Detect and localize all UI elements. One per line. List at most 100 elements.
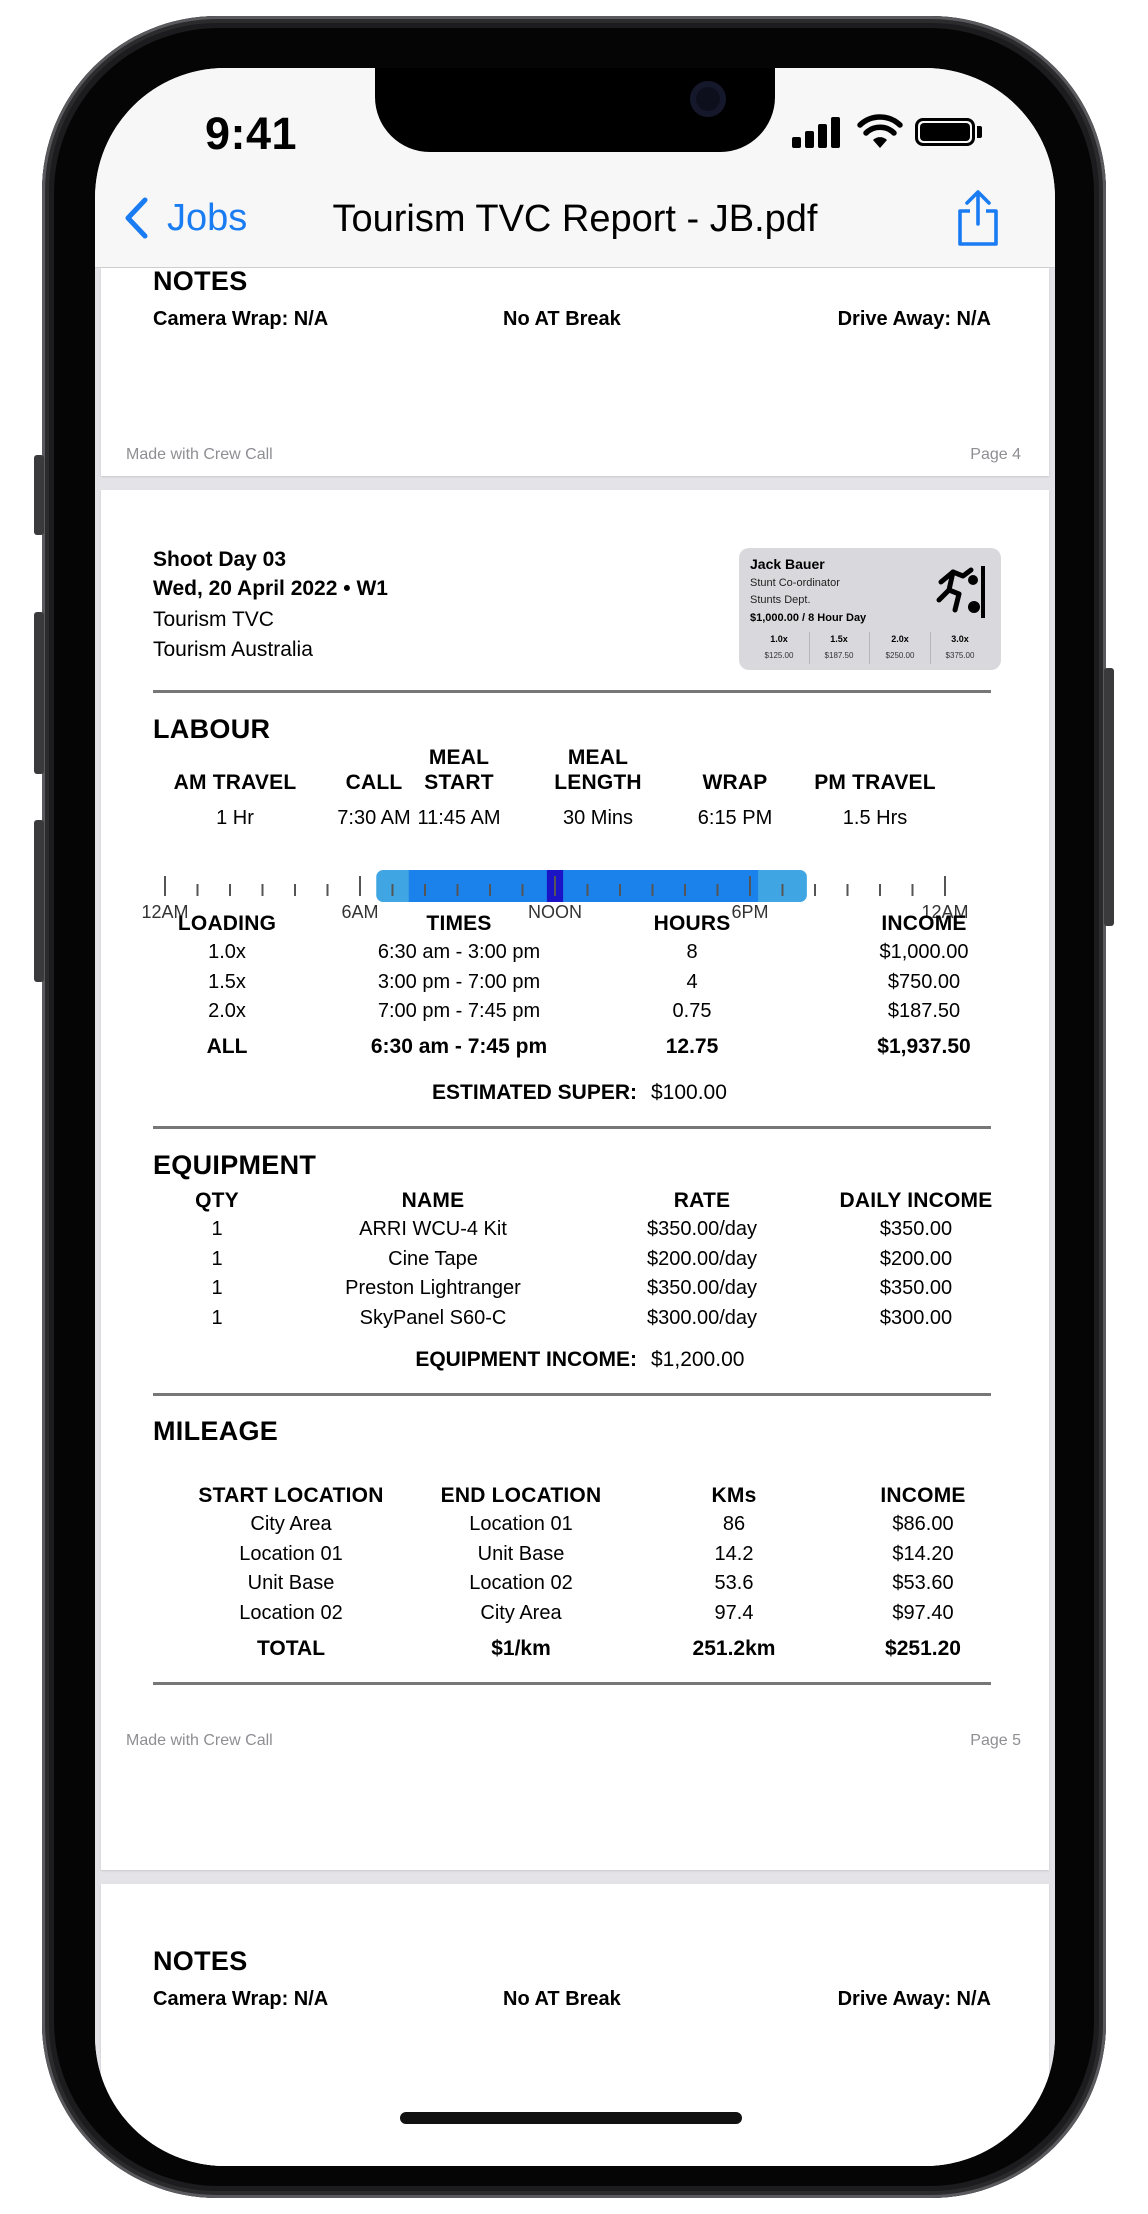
share-icon[interactable] (955, 188, 1001, 248)
project-name: Tourism TVC (153, 608, 274, 631)
notes-title: NOTES (153, 1946, 248, 1976)
hours-header: HOURS (653, 912, 731, 935)
section-divider (153, 1682, 991, 1685)
qty-cell: 1 (211, 1218, 223, 1240)
end-location-cell: Location 02 (469, 1572, 573, 1594)
pdf-viewer[interactable]: NOTES Camera Wrap: N/A No AT Break Drive… (95, 266, 1055, 2166)
income-header: INCOME (881, 912, 967, 935)
kms-cell: 14.2 (714, 1543, 754, 1565)
loading-cell: 1.0x (208, 941, 246, 963)
drive-away: Drive Away: N/A (837, 1988, 991, 2010)
call-header: CALL (345, 771, 403, 794)
page-footer-left: Made with Crew Call (126, 1732, 273, 1749)
timeline-label: 6PM (731, 902, 768, 922)
timeline-meal-bar (546, 870, 564, 902)
battery-cap (977, 126, 982, 138)
meal-start-value: 11:45 AM (417, 807, 501, 829)
rate-cell: $350.00/day (646, 1218, 758, 1240)
mute-switch (34, 455, 44, 535)
multiplier-amount: $187.50 (824, 651, 854, 660)
pdf-page-4: NOTES Camera Wrap: N/A No AT Break Drive… (101, 266, 1049, 476)
times-header: TIMES (426, 912, 492, 935)
multiplier-label: 3.0x (951, 634, 969, 644)
timeline-travel-bar (376, 870, 807, 902)
page-footer-right: Page 4 (970, 446, 1021, 463)
navigation-bar: Jobs Tourism TVC Report - JB.pdf (95, 188, 1055, 268)
mileage-total-label: TOTAL (256, 1637, 326, 1660)
volume-up-button (34, 612, 44, 774)
section-divider (153, 1126, 991, 1129)
status-time: 9:41 (205, 108, 298, 159)
multiplier-amount: $375.00 (945, 651, 975, 660)
break-status: No AT Break (503, 308, 621, 330)
timeline-work-bar (408, 870, 759, 902)
mileage-income-cell: $53.60 (892, 1572, 954, 1594)
super-label: ESTIMATED SUPER: (432, 1081, 637, 1104)
qty-header: QTY (195, 1189, 239, 1212)
kms-header: KMs (711, 1484, 757, 1507)
call-value: 7:30 AM (337, 807, 411, 829)
notes-title: NOTES (153, 266, 248, 296)
end-location-cell: City Area (480, 1602, 562, 1624)
labour-total-loading: ALL (206, 1035, 248, 1058)
qty-cell: 1 (211, 1248, 223, 1270)
income-cell: $1,000.00 (879, 941, 969, 963)
hours-cell: 0.75 (672, 1000, 712, 1022)
mileage-total-kms: 251.2km (692, 1637, 776, 1660)
end-location-header: END LOCATION (440, 1484, 602, 1507)
times-cell: 3:00 pm - 7:00 pm (377, 971, 541, 993)
meal-start-header-1: MEAL (428, 746, 490, 769)
crew-card: Jack Bauer Stunt Co-ordinator Stunts Dep… (739, 548, 1001, 670)
timeline-label: 6AM (341, 902, 378, 922)
end-location-cell: Unit Base (477, 1543, 565, 1565)
document-title: Tourism TVC Report - JB.pdf (332, 198, 818, 240)
client-name: Tourism Australia (153, 638, 313, 661)
income-cell: $187.50 (887, 1000, 961, 1022)
super-value: $100.00 (651, 1081, 727, 1104)
equipment-title: EQUIPMENT (153, 1150, 317, 1180)
labour-title: LABOUR (153, 714, 271, 744)
mileage-income-header: INCOME (880, 1484, 966, 1507)
name-cell: SkyPanel S60-C (359, 1307, 507, 1329)
rate-cell: $350.00/day (646, 1277, 758, 1299)
crew-role: Stunt Co-ordinator (750, 577, 840, 589)
end-location-cell: Location 01 (469, 1513, 573, 1535)
hours-cell: 4 (686, 971, 698, 993)
start-location-cell: Location 01 (239, 1543, 343, 1565)
phone-screen: 9:41 Jobs Tourism TVC Report - JB.pdf NO… (95, 68, 1055, 2166)
home-indicator[interactable] (400, 2112, 742, 2124)
multiplier-label: 2.0x (891, 634, 909, 644)
front-camera (690, 81, 726, 117)
meal-length-header-1: MEAL (567, 746, 629, 769)
daily-income-cell: $300.00 (879, 1307, 953, 1329)
camera-wrap: Camera Wrap: N/A (153, 1988, 329, 2010)
rate-cell: $300.00/day (646, 1307, 758, 1329)
page-footer-right: Page 5 (970, 1732, 1021, 1749)
hours-cell: 8 (686, 941, 698, 963)
rate-cell: $200.00/day (646, 1248, 758, 1270)
mileage-income-cell: $14.20 (892, 1543, 954, 1565)
battery-icon (915, 118, 975, 146)
notch (375, 68, 775, 152)
mileage-total-income: $251.20 (885, 1637, 961, 1660)
mileage-title: MILEAGE (153, 1416, 279, 1446)
name-cell: Preston Lightranger (345, 1277, 521, 1299)
start-location-cell: City Area (250, 1513, 332, 1535)
multiplier-amount: $250.00 (885, 651, 915, 660)
daily-income-cell: $350.00 (879, 1218, 953, 1240)
meal-start-header-2: START (424, 771, 494, 794)
page-footer-left: Made with Crew Call (126, 446, 273, 463)
signal-icon (792, 116, 842, 148)
start-location-header: START LOCATION (198, 1484, 384, 1507)
start-location-cell: Location 02 (239, 1602, 343, 1624)
shoot-date: Wed, 20 April 2022 • W1 (153, 577, 388, 600)
mileage-income-cell: $86.00 (892, 1513, 954, 1535)
crew-dept: Stunts Dept. (750, 594, 811, 606)
drive-away: Drive Away: N/A (837, 308, 991, 330)
am-travel-value: 1 Hr (216, 807, 254, 829)
camera-wrap: Camera Wrap: N/A (153, 308, 329, 330)
section-divider (153, 1393, 991, 1396)
pm-travel-header: PM TRAVEL (814, 771, 936, 794)
kms-cell: 86 (722, 1513, 746, 1535)
stunt-person-icon (936, 566, 985, 618)
